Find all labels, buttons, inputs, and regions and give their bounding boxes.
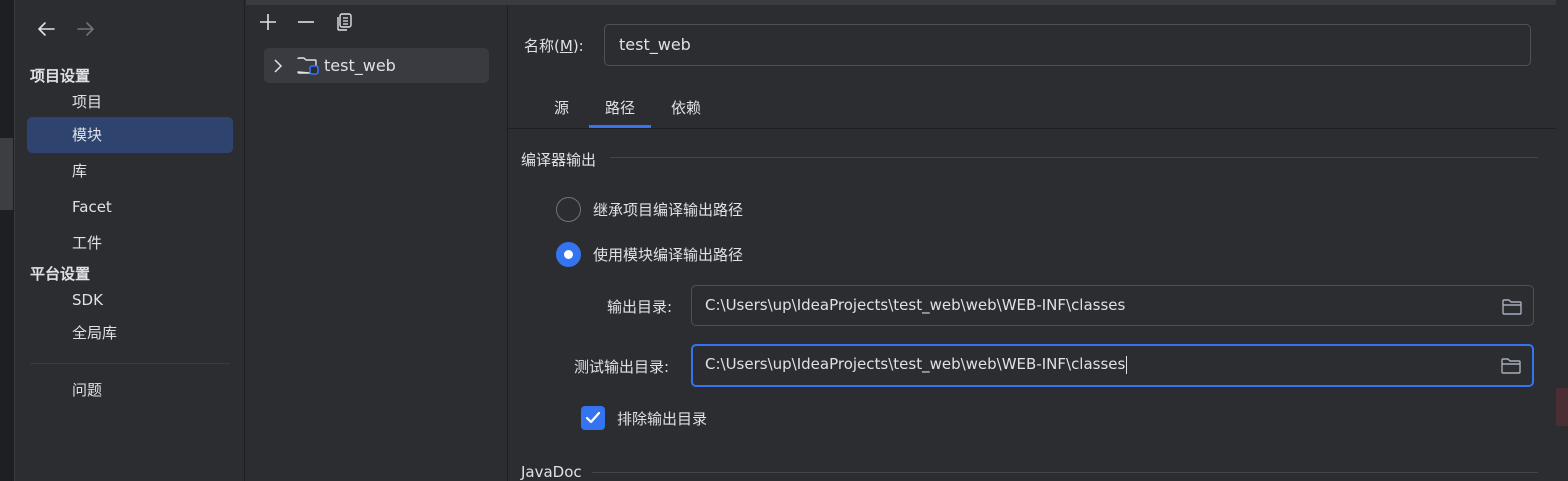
radio-dot	[564, 249, 573, 259]
radio-module-output[interactable]: 使用模块编译输出路径	[556, 241, 743, 267]
module-tree-panel: test_web	[246, 0, 508, 481]
folder-icon[interactable]	[1500, 354, 1522, 376]
test-output-dir-label: 测试输出目录:	[574, 358, 670, 376]
text-caret	[1126, 355, 1128, 374]
radio-button-selected[interactable]	[556, 241, 581, 267]
output-dir-label: 输出目录:	[607, 298, 673, 316]
checkbox-label: 排除输出目录	[617, 409, 708, 428]
section-project-settings: 项目设置	[30, 67, 91, 85]
copy-icon[interactable]	[330, 10, 358, 34]
nav-item-facets[interactable]: Facet	[27, 189, 233, 225]
nav-item-libraries[interactable]: 库	[27, 153, 233, 189]
radio-label: 继承项目编译输出路径	[593, 200, 744, 219]
radio-button[interactable]	[556, 196, 581, 222]
nav-item-problems[interactable]: 问题	[27, 372, 233, 408]
folder-icon[interactable]	[1501, 294, 1523, 316]
panel-top-border	[246, 0, 508, 5]
detail-tabs: 源 路径 依赖	[538, 88, 721, 128]
group-separator	[592, 472, 1538, 473]
module-folder-icon	[296, 55, 320, 77]
nav-item-global-libraries[interactable]: 全局库	[27, 315, 233, 351]
tab-dependencies[interactable]: 依赖	[655, 88, 717, 128]
module-detail-panel: 名称(M): test_web 源 路径 依赖 编译器输出 继承项目编译输出路径…	[508, 0, 1556, 481]
nav-item-sdk[interactable]: SDK	[27, 282, 233, 318]
compiler-output-title: 编译器输出	[521, 151, 597, 169]
test-output-dir-field[interactable]: C:\Users\up\IdeaProjects\test_web\web\WE…	[691, 344, 1534, 387]
edge-marker	[1556, 388, 1568, 426]
nav-item-project[interactable]: 项目	[27, 84, 233, 120]
nav-divider	[30, 363, 230, 364]
nav-arrows	[35, 16, 97, 42]
arrow-left-icon[interactable]	[35, 16, 57, 42]
arrow-right-icon[interactable]	[75, 16, 97, 42]
tree-node-module[interactable]: test_web	[264, 48, 489, 83]
name-label: 名称(M):	[524, 37, 584, 55]
nav-item-modules[interactable]: 模块	[27, 117, 233, 153]
tree-toolbar	[254, 10, 358, 34]
remove-icon[interactable]	[292, 10, 320, 34]
checkbox-checked[interactable]	[581, 406, 605, 430]
group-separator	[610, 157, 1538, 158]
javadoc-title: JavaDoc	[521, 463, 582, 481]
test-output-dir-value: C:\Users\up\IdeaProjects\test_web\web\WE…	[705, 355, 1126, 373]
edge-marker	[0, 138, 13, 210]
tab-paths[interactable]: 路径	[589, 88, 652, 128]
settings-nav: 项目设置 项目 模块 库 Facet 工件 平台设置 SDK 全局库 问题	[15, 0, 245, 481]
panel-top-border	[508, 0, 1556, 5]
chevron-right-icon[interactable]	[270, 58, 286, 74]
right-edge-strip	[1556, 0, 1568, 481]
add-icon[interactable]	[254, 10, 282, 34]
name-field[interactable]: test_web	[604, 24, 1531, 66]
tree-node-label: test_web	[324, 56, 396, 75]
tabs-divider	[508, 128, 1556, 129]
tab-sources[interactable]: 源	[538, 88, 585, 128]
output-dir-field[interactable]: C:\Users\up\IdeaProjects\test_web\web\WE…	[691, 285, 1534, 326]
radio-label: 使用模块编译输出路径	[593, 245, 744, 264]
left-edge-strip	[0, 0, 15, 481]
exclude-output-checkbox-row[interactable]: 排除输出目录	[581, 406, 707, 430]
nav-item-artifacts[interactable]: 工件	[27, 225, 233, 261]
radio-inherit-output[interactable]: 继承项目编译输出路径	[556, 196, 743, 222]
output-dir-value: C:\Users\up\IdeaProjects\test_web\web\WE…	[705, 296, 1126, 314]
section-platform-settings: 平台设置	[30, 265, 91, 283]
